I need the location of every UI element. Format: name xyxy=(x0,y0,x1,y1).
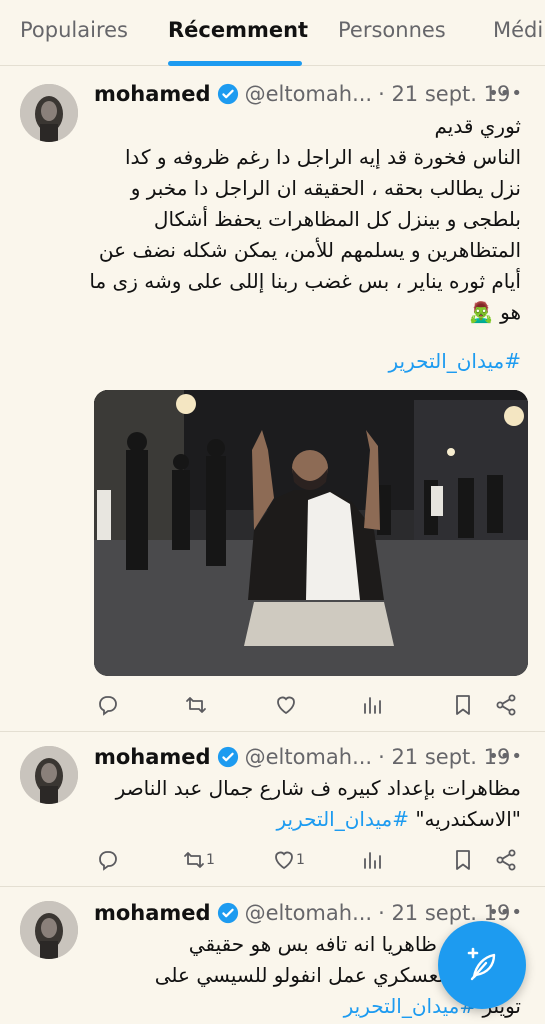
avatar[interactable] xyxy=(20,84,78,142)
tweet-photo[interactable] xyxy=(94,390,528,676)
bookmark-button[interactable] xyxy=(449,691,477,719)
share-button[interactable] xyxy=(492,691,520,719)
heart-icon xyxy=(275,851,293,870)
compose-tweet-button[interactable] xyxy=(438,921,526,1009)
tweet-text: ثوري قديم الناس فخورة قد إيه الراجل دا ر… xyxy=(81,111,521,377)
reply-icon xyxy=(99,851,117,871)
analytics-icon xyxy=(364,852,381,869)
retweet-count: 1 xyxy=(206,852,215,868)
tweet-text-line: "الاسكندريه" xyxy=(408,807,521,831)
hashtag-link[interactable]: #ميدان_التحرير xyxy=(277,807,409,831)
tab-personnes[interactable]: Personnes xyxy=(338,18,446,42)
verified-badge-icon xyxy=(217,83,238,105)
share-button[interactable] xyxy=(492,846,520,874)
author-name[interactable]: mohamed xyxy=(94,901,211,925)
share-icon xyxy=(496,849,516,871)
tweet-actions xyxy=(94,691,534,719)
tweet[interactable]: mohamed @eltomah... · 21 sept. 19 ••• مظ… xyxy=(0,732,545,887)
tweet-text-line: مظاهرات بإعداد كبيره ف شارع جمال عبد الن… xyxy=(115,776,521,800)
tweet[interactable]: mohamed @eltomah... · 21 sept. 19 ••• ثو… xyxy=(0,67,545,732)
tweet-text-line: الناس فخورة قد إيه الراجل دا رغم ظروفه و… xyxy=(124,145,521,169)
tab-populaires[interactable]: Populaires xyxy=(20,18,128,42)
bookmark-icon xyxy=(456,850,470,870)
reply-button[interactable] xyxy=(94,691,122,719)
like-button[interactable]: 1 xyxy=(272,846,316,874)
like-count: 1 xyxy=(296,852,305,868)
tweet-text-line: نزل يطالب بحقه ، الحقيقه ان الراجل دا مخ… xyxy=(130,176,521,200)
retweet-icon xyxy=(184,852,204,868)
tweet-text-line: هو 🧟‍♂️ xyxy=(468,300,521,324)
tweet-text-line: ثوري قديم xyxy=(434,114,521,138)
author-name[interactable]: mohamed xyxy=(94,745,211,769)
retweet-button[interactable]: 1 xyxy=(182,846,226,874)
active-tab-indicator xyxy=(168,61,302,66)
tweet-actions: 1 1 xyxy=(94,846,534,874)
heart-icon xyxy=(277,696,295,715)
tab-bar: Populaires Récemment Personnes Médi xyxy=(0,0,545,66)
author-handle[interactable]: @eltomah... xyxy=(245,745,373,769)
more-options-icon[interactable]: ••• xyxy=(488,902,523,923)
like-button[interactable] xyxy=(272,691,300,719)
share-icon xyxy=(496,694,516,716)
author-handle[interactable]: @eltomah... xyxy=(245,901,373,925)
tweet-text-line: أيام ثوره يناير ، بس غضب ربنا إللى على و… xyxy=(89,269,521,293)
more-options-icon[interactable]: ••• xyxy=(488,746,523,767)
bookmark-icon xyxy=(456,695,470,715)
compose-feather-icon xyxy=(467,947,496,981)
reply-button[interactable] xyxy=(94,846,122,874)
hashtag-link[interactable]: #ميدان_التحرير xyxy=(389,349,521,373)
tweet-text-line: المتظاهرين و يسلمهم للأمن، يمكن شكله نضف… xyxy=(98,238,521,262)
views-button[interactable] xyxy=(358,691,386,719)
reply-icon xyxy=(99,696,117,716)
author-name[interactable]: mohamed xyxy=(94,82,211,106)
verified-badge-icon xyxy=(217,902,238,924)
bookmark-button[interactable] xyxy=(449,846,477,874)
verified-badge-icon xyxy=(217,746,238,768)
analytics-icon xyxy=(364,697,381,714)
avatar[interactable] xyxy=(20,746,78,804)
author-handle[interactable]: @eltomah... xyxy=(245,82,373,106)
tab-recemment[interactable]: Récemment xyxy=(168,18,308,42)
retweet-button[interactable] xyxy=(182,691,210,719)
avatar[interactable] xyxy=(20,901,78,959)
more-options-icon[interactable]: ••• xyxy=(488,83,523,104)
tab-medias[interactable]: Médi xyxy=(493,18,543,42)
retweet-icon xyxy=(186,697,206,713)
tweet-text: مظاهرات بإعداد كبيره ف شارع جمال عبد الن… xyxy=(81,773,521,835)
views-button[interactable] xyxy=(358,846,386,874)
tweet-text-line: بلطجى و بينزل كل المظاهرات يحفظ أشكال xyxy=(153,207,521,231)
